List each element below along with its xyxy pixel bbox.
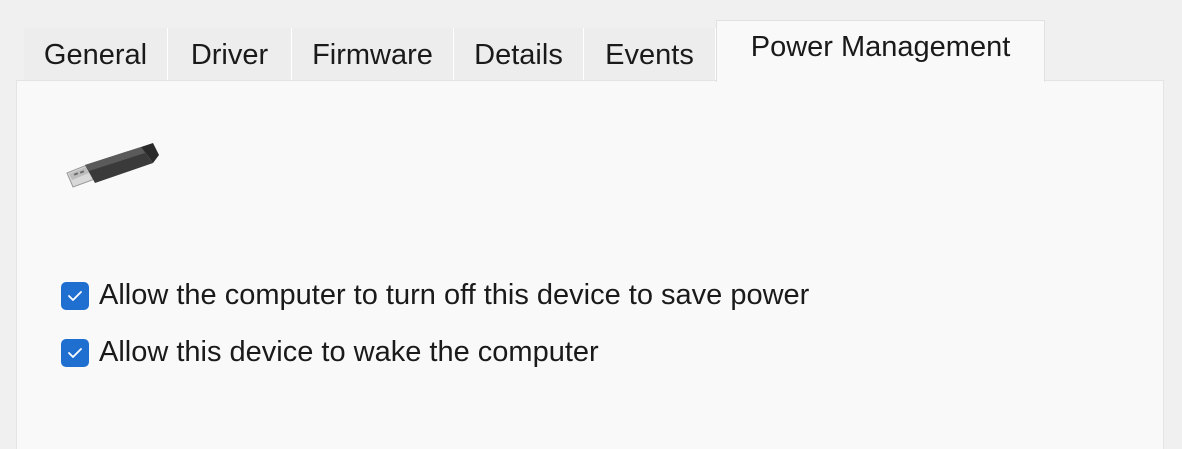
tab-strip: General Driver Firmware Details Events P… [24,20,1045,82]
allow-turn-off-label: Allow the computer to turn off this devi… [99,279,810,311]
checkmark-icon [68,347,82,358]
allow-turn-off-option[interactable]: Allow the computer to turn off this devi… [61,279,809,312]
allow-turn-off-checkbox[interactable] [61,281,89,310]
tab-power-management[interactable]: Power Management [716,20,1045,82]
tab-driver[interactable]: Driver [168,28,292,82]
allow-wake-option[interactable]: Allow this device to wake the computer [61,336,599,369]
allow-wake-checkbox[interactable] [61,338,89,367]
tab-firmware[interactable]: Firmware [292,28,454,82]
device-properties-dialog: General Driver Firmware Details Events P… [0,0,1182,449]
tab-details[interactable]: Details [454,28,584,82]
power-management-panel: Allow the computer to turn off this devi… [16,80,1164,449]
usb-connector-icon [66,143,159,188]
tab-general[interactable]: General [24,28,168,82]
tab-events[interactable]: Events [584,28,716,82]
allow-wake-label: Allow this device to wake the computer [99,336,599,368]
checkmark-icon [68,290,82,301]
